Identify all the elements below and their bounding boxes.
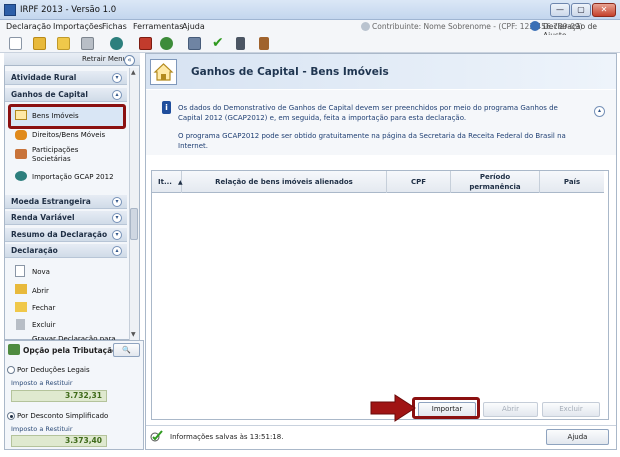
section-ganhos-capital[interactable]: Ganhos de Capital bbox=[5, 88, 127, 102]
home-icon bbox=[150, 59, 177, 85]
minimize-button[interactable]: — bbox=[550, 3, 570, 17]
sidebar-item-fechar[interactable]: Fechar bbox=[32, 304, 55, 312]
open-folder-icon bbox=[15, 284, 27, 294]
trash-icon bbox=[16, 319, 25, 330]
car-icon bbox=[15, 130, 27, 140]
chevron-down-icon[interactable]: ▾ bbox=[112, 73, 122, 83]
info-line-1: Os dados do Demonstrativo de Ganhos de C… bbox=[178, 104, 558, 112]
sidebar-item-participacoes[interactable]: Participações bbox=[32, 146, 78, 154]
bens-imoveis-table bbox=[151, 170, 609, 420]
trash-icon[interactable] bbox=[81, 37, 94, 50]
globe-icon[interactable] bbox=[160, 37, 173, 50]
deducoes-value: 3.732,31 bbox=[11, 390, 107, 402]
sidebar-item-nova[interactable]: Nova bbox=[32, 268, 50, 276]
sidebar-item-importacao-gcap[interactable]: Importação GCAP 2012 bbox=[32, 173, 114, 181]
retrair-menu-label[interactable]: Retrair Menu bbox=[82, 55, 127, 63]
status-text: Informações salvas às 13:51:18. bbox=[170, 433, 284, 441]
printer-icon[interactable] bbox=[188, 37, 201, 50]
check-icon[interactable]: ✔ bbox=[212, 35, 224, 51]
transmit-icon[interactable] bbox=[110, 37, 123, 50]
handshake-icon bbox=[15, 149, 27, 159]
imposto-restituir-label: Imposto a Restituir bbox=[11, 379, 73, 387]
highlight-box-importar bbox=[412, 397, 480, 419]
open-folder-icon[interactable] bbox=[33, 37, 46, 50]
scrollbar-thumb[interactable] bbox=[130, 208, 138, 240]
calculator-icon[interactable] bbox=[236, 37, 245, 50]
col-header-periodo[interactable]: Período permanência bbox=[451, 171, 540, 193]
menu-declaracao[interactable]: Declaração bbox=[6, 22, 51, 31]
sidebar-scrollbar[interactable] bbox=[129, 68, 139, 340]
new-doc-icon[interactable] bbox=[9, 37, 22, 50]
abrir-button[interactable]: Abrir bbox=[483, 402, 538, 417]
status-separator bbox=[146, 425, 616, 426]
section-declaracao[interactable]: Declaração bbox=[5, 244, 127, 258]
section-renda-variavel[interactable]: Renda Variável bbox=[5, 211, 127, 225]
menu-ferramentas[interactable]: Ferramentas bbox=[133, 22, 183, 31]
chevron-down-icon[interactable]: ▾ bbox=[112, 230, 122, 240]
info-icon: i bbox=[162, 101, 171, 114]
maximize-button[interactable]: ▢ bbox=[571, 3, 591, 17]
import-icon bbox=[15, 171, 27, 181]
declaracao-ajuste-icon bbox=[530, 21, 540, 31]
highlight-box-bens-imoveis bbox=[8, 104, 126, 129]
col-header-item[interactable]: It... ▲ bbox=[152, 171, 183, 193]
chevron-up-icon[interactable]: ▴ bbox=[112, 90, 122, 100]
sidebar-item-direitos[interactable]: Direitos/Bens Móveis bbox=[32, 131, 105, 139]
collapse-icon[interactable]: « bbox=[124, 55, 135, 66]
sidebar-item-excluir[interactable]: Excluir bbox=[32, 321, 56, 329]
chevron-down-icon[interactable]: ▾ bbox=[112, 213, 122, 223]
col-header-cpf[interactable]: CPF bbox=[387, 171, 451, 193]
sidebar-item-participacoes-line2[interactable]: Societárias bbox=[32, 155, 71, 163]
folder-icon bbox=[15, 302, 27, 312]
desconto-simplificado-label[interactable]: Por Desconto Simplificado bbox=[17, 412, 108, 420]
imposto-restituir-label: Imposto a Restituir bbox=[11, 425, 73, 433]
red-arrow-icon bbox=[370, 394, 416, 422]
info-line-2: Capital 2012 (GCAP2012) e, em seguida, f… bbox=[178, 114, 467, 122]
excluir-button[interactable]: Excluir bbox=[542, 402, 600, 417]
search-button[interactable]: 🔍 bbox=[113, 343, 140, 357]
folder-icon[interactable] bbox=[57, 37, 70, 50]
print-red-icon[interactable] bbox=[139, 37, 152, 50]
radio-deducoes-legais[interactable] bbox=[7, 366, 15, 374]
app-icon bbox=[4, 4, 16, 16]
collapse-info-icon[interactable]: ▴ bbox=[594, 106, 605, 117]
window-title: IRPF 2013 - Versão 1.0 bbox=[20, 5, 117, 15]
col-header-relacao[interactable]: Relação de bens imóveis alienados bbox=[182, 171, 387, 193]
scroll-down-icon[interactable]: ▼ bbox=[131, 331, 136, 338]
deducoes-legais-label[interactable]: Por Deduções Legais bbox=[17, 366, 90, 374]
simplificado-value: 3.373,40 bbox=[11, 435, 107, 447]
balance-icon bbox=[8, 344, 20, 355]
info-line-3: O programa GCAP2012 pode ser obtido grat… bbox=[178, 132, 566, 140]
menu-importacoes[interactable]: Importações bbox=[53, 22, 103, 31]
col-header-pais[interactable]: País bbox=[540, 171, 604, 193]
menu-ajuda[interactable]: Ajuda bbox=[182, 22, 205, 31]
ajuda-button[interactable]: Ajuda bbox=[546, 429, 609, 445]
sidebar-item-abrir[interactable]: Abrir bbox=[32, 287, 49, 295]
radio-selected-dot bbox=[9, 414, 13, 418]
page-title: Ganhos de Capital - Bens Imóveis bbox=[191, 66, 389, 78]
opcao-title: Opção pela Tributação: bbox=[23, 346, 121, 355]
chevron-down-icon[interactable]: ▾ bbox=[112, 197, 122, 207]
info-line-4: Internet. bbox=[178, 142, 209, 150]
section-moeda-estrangeira[interactable]: Moeda Estrangeira bbox=[5, 195, 127, 209]
section-resumo-declaracao[interactable]: Resumo da Declaração bbox=[5, 228, 127, 242]
book-icon[interactable] bbox=[259, 37, 269, 50]
user-icon bbox=[361, 22, 370, 31]
menu-fichas[interactable]: Fichas bbox=[102, 22, 127, 31]
saved-check-icon bbox=[150, 430, 164, 442]
new-doc-icon bbox=[15, 265, 25, 277]
chevron-up-icon[interactable]: ▴ bbox=[112, 246, 122, 256]
section-atividade-rural[interactable]: Atividade Rural bbox=[5, 71, 127, 85]
scroll-up-icon[interactable]: ▲ bbox=[131, 69, 136, 76]
close-button[interactable]: ✕ bbox=[592, 3, 616, 17]
